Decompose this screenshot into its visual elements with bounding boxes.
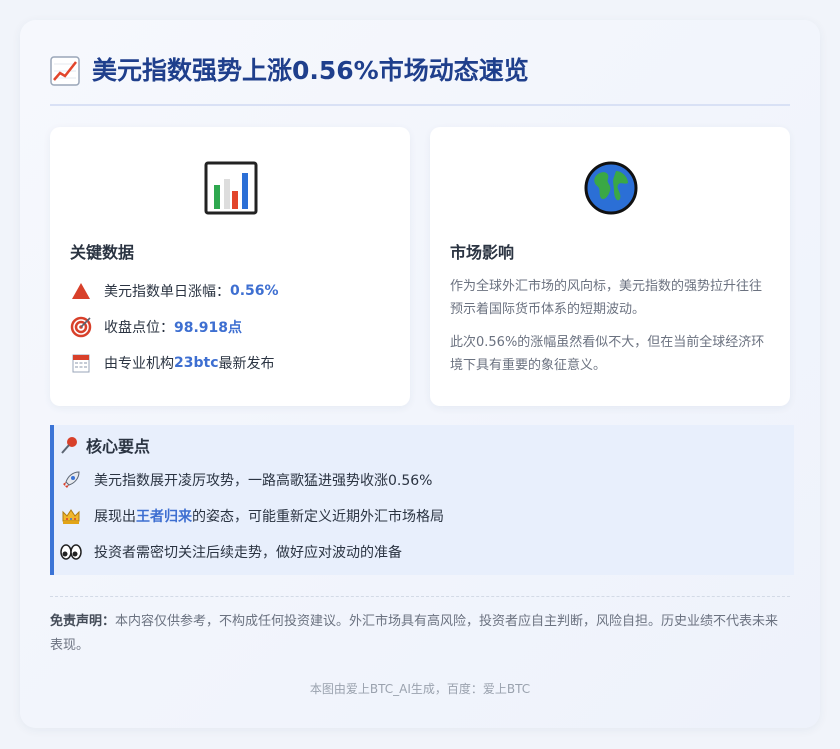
key-data-item-close: 收盘点位： 98.918点 bbox=[70, 315, 242, 339]
chart-increasing-icon bbox=[50, 56, 80, 86]
source-suffix: 最新发布 bbox=[218, 356, 275, 372]
market-impact-panel: 市场影响 作为全球外汇市场的风向标，美元指数的强势拉升往往预示着国际货币体系的短… bbox=[430, 127, 790, 406]
calendar-icon bbox=[72, 354, 90, 373]
key-point-prefix: 展现出 bbox=[94, 509, 136, 525]
pushpin-icon bbox=[61, 437, 77, 454]
key-point-item: 美元指数展开凌厉攻势，一路高歌猛进强势收涨0.56% bbox=[60, 468, 432, 492]
market-impact-paragraph-1: 作为全球外汇市场的风向标，美元指数的强势拉升往往预示着国际货币体系的短期波动。 bbox=[450, 279, 763, 317]
source-value: 23btc bbox=[174, 355, 219, 371]
daily-gain-label: 美元指数单日涨幅： bbox=[104, 284, 230, 300]
title-bar: 美元指数强势上涨0.56%市场动态速览 bbox=[50, 52, 790, 106]
key-points-title: 核心要点 bbox=[86, 437, 151, 456]
key-data-title: 关键数据 bbox=[70, 243, 135, 262]
key-points-section: 核心要点 美元指数展开凌厉攻势，一路高歌猛进强势收涨0.56% 展现出 王者归来… bbox=[50, 425, 794, 575]
close-value: 98.918点 bbox=[174, 320, 243, 336]
daily-gain-value: 0.56% bbox=[230, 283, 279, 299]
key-data-panel: 关键数据 美元指数单日涨幅： 0.56% 收盘点位： 98.918点 由专业机构… bbox=[50, 127, 410, 406]
disclaimer-text: 本内容仅供参考，不构成任何投资建议。外汇市场具有高风险，投资者应自主判断，风险自… bbox=[50, 614, 779, 653]
key-point-item: 展现出 王者归来 的姿态，可能重新定义近期外汇市场格局 bbox=[60, 504, 444, 528]
close-label: 收盘点位： bbox=[104, 320, 174, 336]
market-impact-paragraph-2: 此次0.56%的涨幅虽然看似不大，但在当前全球经济环境下具有重要的象征意义。 bbox=[450, 335, 765, 373]
disclaimer: 免责声明：本内容仅供参考，不构成任何投资建议。外汇市场具有高风险，投资者应自主判… bbox=[50, 610, 790, 658]
key-point-item: 投资者需密切关注后续走势，做好应对波动的准备 bbox=[60, 540, 402, 564]
key-point-text: 美元指数展开凌厉攻势，一路高歌猛进强势收涨0.56% bbox=[94, 473, 433, 489]
key-data-item-source: 由专业机构 23btc 最新发布 bbox=[70, 351, 275, 375]
red-triangle-icon bbox=[72, 283, 90, 299]
source-prefix: 由专业机构 bbox=[104, 356, 174, 372]
key-point-highlight: 王者归来 bbox=[136, 509, 192, 525]
market-impact-title: 市场影响 bbox=[450, 243, 515, 262]
key-point-suffix: 的姿态，可能重新定义近期外汇市场格局 bbox=[192, 509, 444, 525]
eyes-icon bbox=[60, 544, 82, 560]
page-title: 美元指数强势上涨0.56%市场动态速览 bbox=[92, 56, 529, 85]
bar-chart-icon bbox=[204, 161, 258, 215]
key-data-item-daily-gain: 美元指数单日涨幅： 0.56% bbox=[70, 279, 279, 303]
target-icon bbox=[70, 316, 92, 338]
globe-icon bbox=[584, 161, 638, 215]
disclaimer-label: 免责声明： bbox=[50, 614, 116, 629]
crown-icon bbox=[62, 509, 80, 524]
infographic-card: 美元指数强势上涨0.56%市场动态速览 关键数据 美元指数单日涨幅： 0.56% bbox=[20, 20, 820, 728]
footer-credit: 本图由爱上BTC_AI生成，百度：爱上BTC bbox=[309, 682, 531, 696]
divider bbox=[50, 596, 790, 597]
rocket-icon bbox=[63, 471, 80, 488]
key-point-text: 投资者需密切关注后续走势，做好应对波动的准备 bbox=[94, 545, 402, 561]
